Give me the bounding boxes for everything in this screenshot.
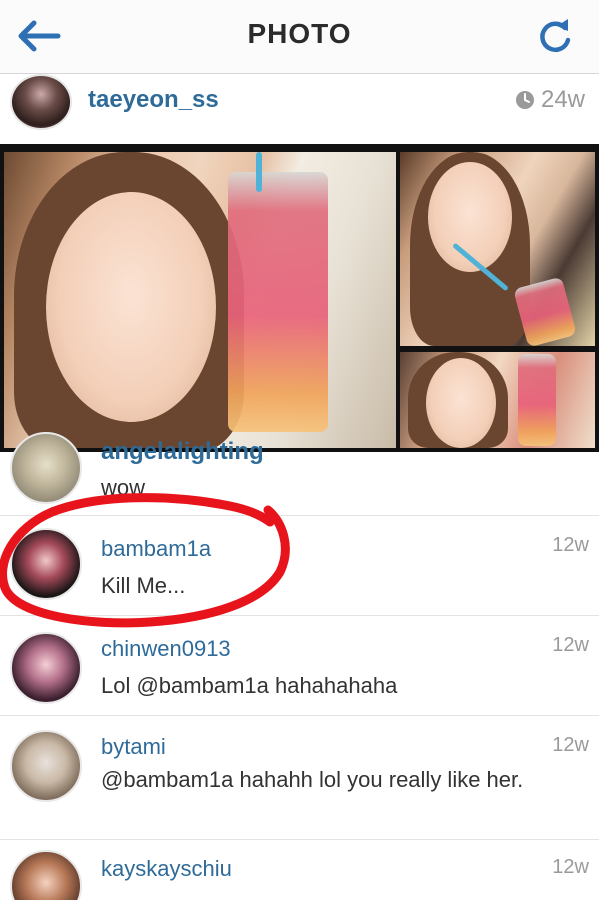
photo-panel-main: [4, 152, 396, 448]
comment-item: chinwen0913 Lol @bambam1a hahahahaha 12w: [0, 616, 599, 716]
comment-username[interactable]: chinwen0913: [101, 636, 231, 662]
comment-time: 12w: [552, 534, 589, 556]
comment-time: 12w: [552, 634, 589, 656]
avatar[interactable]: [10, 632, 82, 704]
clock-icon: [515, 91, 534, 109]
top-navigation-bar: PHOTO: [0, 0, 599, 74]
comment-item: angelalighting wow: [0, 432, 599, 516]
avatar[interactable]: [10, 730, 82, 802]
comment-item: bytami @bambam1a hahahh lol you really l…: [0, 716, 599, 840]
avatar[interactable]: [10, 432, 82, 504]
photo-panel-top-right: [400, 152, 595, 346]
comment-item: kayskayschiu 12w: [0, 840, 599, 900]
comment-text: wow: [101, 475, 146, 500]
comment-text: @bambam1a hahahh lol you really like her…: [101, 767, 524, 792]
comment-username[interactable]: kayskayschiu: [101, 856, 232, 882]
refresh-icon[interactable]: [535, 14, 575, 56]
post-time-value: 24w: [540, 86, 585, 113]
comment-username[interactable]: bytami: [101, 734, 166, 760]
comment-username[interactable]: bambam1a: [101, 536, 211, 562]
comment-item: bambam1a Kill Me... 12w: [0, 516, 599, 616]
comment-text: Kill Me...: [101, 573, 186, 598]
comment-time: 12w: [552, 856, 589, 878]
avatar[interactable]: [10, 74, 72, 130]
post-photo[interactable]: [0, 144, 599, 452]
page-title: PHOTO: [247, 18, 352, 49]
post-header: taeyeon_ss 24w: [0, 74, 599, 144]
comment-text: Lol @bambam1a hahahahaha: [101, 673, 398, 698]
avatar[interactable]: [10, 850, 82, 900]
avatar[interactable]: [10, 528, 82, 600]
comment-time: 12w: [552, 734, 589, 756]
post-username[interactable]: taeyeon_ss: [88, 86, 219, 114]
comment-username[interactable]: angelalighting: [101, 438, 264, 466]
post-timestamp: 24w: [515, 86, 585, 114]
photo-panel-bottom-right: [400, 352, 595, 448]
